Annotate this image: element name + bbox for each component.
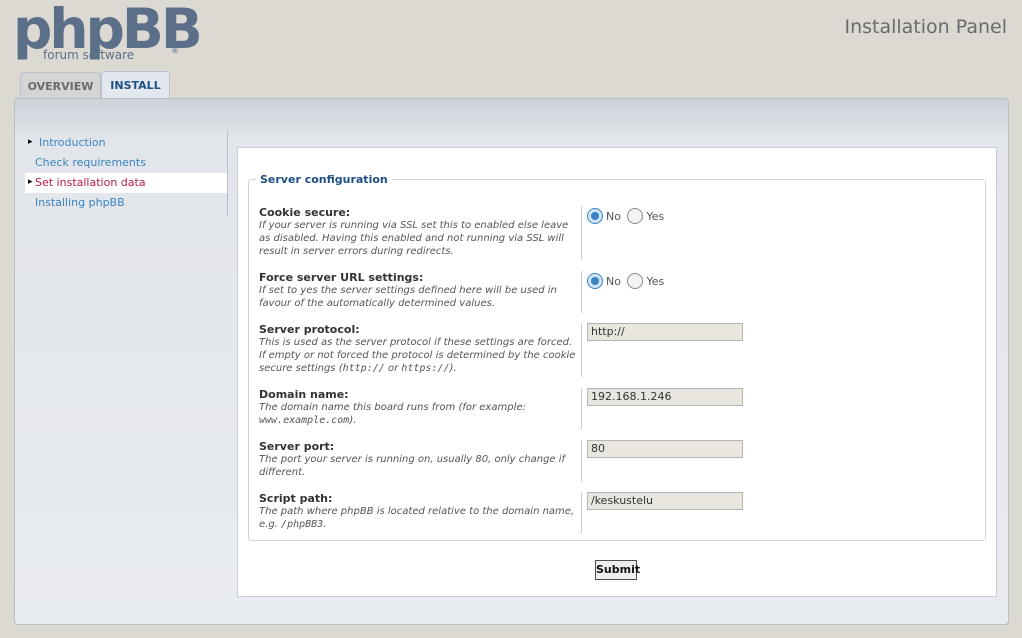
sidebar-divider [227, 131, 228, 216]
sidebar-item-label: Check requirements [35, 156, 146, 169]
tab-overview[interactable]: OVERVIEW [20, 72, 101, 99]
force-server-no-radio[interactable] [587, 273, 603, 289]
panel-title: Installation Panel [844, 16, 1007, 38]
force-server-row: Force server URL settings: If set to yes… [259, 271, 979, 315]
domain-name-row: Domain name: The domain name this board … [259, 388, 979, 432]
sidebar-item-introduction[interactable]: ▸ Introduction [25, 133, 227, 153]
cookie-secure-yes-radio[interactable] [627, 208, 644, 224]
field-explain: The domain name this board runs from (fo… [259, 402, 526, 426]
field-explain: The port your server is running on, usua… [259, 454, 566, 478]
field-explain: The path where phpBB is located relative… [259, 506, 575, 530]
fieldset-legend: Server configuration [260, 173, 388, 186]
force-server-yes-radio[interactable] [627, 273, 644, 289]
sidebar-item-label: Introduction [39, 136, 106, 149]
cookie-secure-row: Cookie secure: If your server is running… [259, 206, 979, 262]
field-label: Script path: [259, 492, 333, 505]
sidebar-item-installing-phpbb[interactable]: Installing phpBB [25, 193, 227, 213]
arrow-icon: ▸ [28, 177, 33, 187]
server-port-input[interactable] [587, 440, 743, 458]
field-label: Server protocol: [259, 323, 360, 336]
server-protocol-input[interactable] [587, 323, 743, 341]
field-explain: If set to yes the server settings define… [259, 285, 557, 309]
server-protocol-row: Server protocol: This is used as the ser… [259, 323, 979, 379]
row-separator [581, 492, 582, 534]
sidebar-item-check-requirements[interactable]: Check requirements [25, 153, 227, 173]
tab-install[interactable]: INSTALL [101, 71, 170, 100]
server-config-fieldset: Server configuration Cookie secure: If y… [248, 173, 986, 541]
content-area: Server configuration Cookie secure: If y… [237, 147, 997, 597]
field-label: Cookie secure: [259, 206, 351, 219]
sidebar-menu: ▸ Introduction Check requirements ▸ Set … [25, 133, 227, 213]
radio-label: Yes [646, 209, 665, 223]
radio-label: No [606, 274, 621, 288]
field-label: Domain name: [259, 388, 349, 401]
cookie-secure-no-radio[interactable] [587, 208, 603, 224]
main-panel: ▸ Introduction Check requirements ▸ Set … [14, 98, 1009, 625]
row-separator [581, 206, 582, 260]
phpbb-logo: phpBB forum software ® [13, 0, 203, 66]
field-label: Server port: [259, 440, 335, 453]
logo-subtitle: forum software [43, 48, 135, 62]
field-explain: If your server is running via SSL set th… [259, 220, 569, 257]
logo-registered-mark: ® [171, 46, 179, 55]
row-separator [581, 440, 582, 482]
row-separator [581, 388, 582, 430]
row-separator [581, 323, 582, 377]
script-path-row: Script path: The path where phpBB is loc… [259, 492, 979, 536]
sidebar-item-label: Set installation data [35, 176, 146, 189]
field-label: Force server URL settings: [259, 271, 424, 284]
radio-label: Yes [646, 274, 665, 288]
domain-name-input[interactable] [587, 388, 743, 406]
script-path-input[interactable] [587, 492, 743, 510]
sidebar-item-set-installation-data[interactable]: ▸ Set installation data [25, 173, 227, 193]
server-port-row: Server port: The port your server is run… [259, 440, 979, 484]
arrow-icon: ▸ [28, 137, 33, 147]
submit-button[interactable]: Submit [595, 560, 640, 580]
sidebar-item-label: Installing phpBB [35, 196, 125, 209]
field-explain: This is used as the server protocol if t… [259, 337, 576, 374]
radio-label: No [606, 209, 621, 223]
row-separator [581, 271, 582, 313]
